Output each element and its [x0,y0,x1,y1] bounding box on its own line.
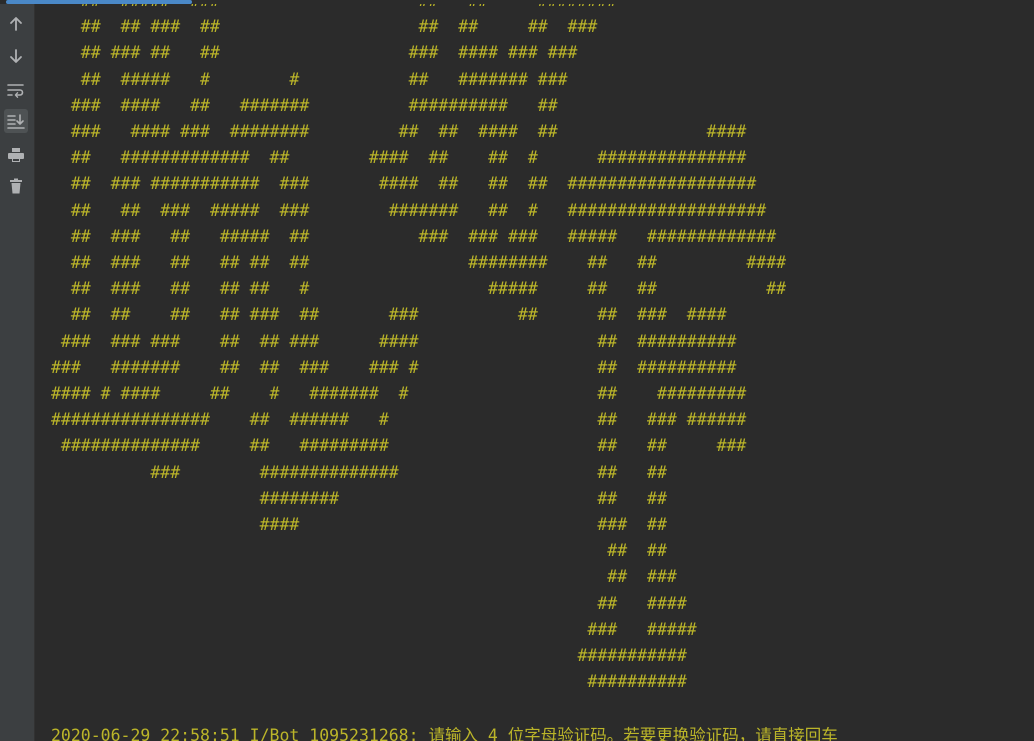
soft-wrap-button[interactable] [4,78,28,102]
art-line: ### ############## ## ## [51,462,667,482]
console-toolbar [0,0,35,741]
progress-bar [0,0,1034,4]
art-line: ############## ## ######### ## ## ### [51,436,747,456]
art-line: ################ ## ###### # ## ### ####… [51,410,747,430]
art-line: ### #### ## ####### ########## ## [51,95,558,115]
art-line: ## #### [51,593,687,613]
art-line: ########### [51,646,687,666]
progress-bar-fill [6,0,192,4]
art-line: ## ### ## ## ## ## ######## ## ## #### [51,253,787,273]
art-line: ### #### ### ######## ## ## #### ## #### [51,122,747,142]
scroll-to-end-icon [7,114,25,129]
scroll-to-end-button[interactable] [4,109,28,133]
run-console-window: ## ##### ### ## ## ######## ## ## ### ##… [0,0,1034,741]
art-line: ### ##### [51,619,697,639]
art-line: #### # #### ## # ####### # ## ######### [51,384,747,404]
down-arrow-button[interactable] [4,44,28,68]
art-line: ## ### ## ## ## # ##### ## ## ## [51,279,787,299]
art-line: ### ####### ## ## ### ### # ## #########… [51,357,737,377]
art-line: #### ### ## [51,515,667,535]
art-line: ## ### ########### ### #### ## ## ## ###… [51,174,757,194]
art-line: ### ### ### ## ## ### #### ## ########## [51,331,737,351]
down-arrow-icon [10,49,22,63]
art-line: ## ## ### ## ## ## ## ### [51,17,598,37]
log-line: 2020-06-29 22:58:51 I/Bot 1095231268: 请输… [51,726,838,741]
clear-all-button[interactable] [4,174,28,198]
art-line: ########## [51,672,687,692]
art-line: ## ## [51,541,667,561]
trash-icon [10,178,22,194]
art-line: ## ############# ## #### ## ## # #######… [51,148,747,168]
up-arrow-button[interactable] [4,12,28,36]
art-line: ## ### ## ##### ## ### ### ### ##### ###… [51,226,777,246]
art-line: ## ### [51,567,677,587]
print-button[interactable] [4,143,28,167]
art-line: ## ### ## ## ### #### ### ### [51,43,578,63]
print-icon [8,148,24,162]
soft-wrap-icon [7,84,24,98]
art-line: ## ## ## ## ### ## ### ## ## ### #### [51,305,727,325]
console-output[interactable]: ## ##### ### ## ## ######## ## ## ### ##… [35,0,1034,741]
art-line: ## ## ### ##### ### ####### ## # #######… [51,200,767,220]
captcha-ascii-art: ## ##### ### ## ## ######## ## ## ### ##… [51,0,786,695]
art-line: ######## ## ## [51,488,667,508]
up-arrow-icon [10,17,22,31]
art-line: ## ##### # # ## ####### ### [51,69,568,89]
